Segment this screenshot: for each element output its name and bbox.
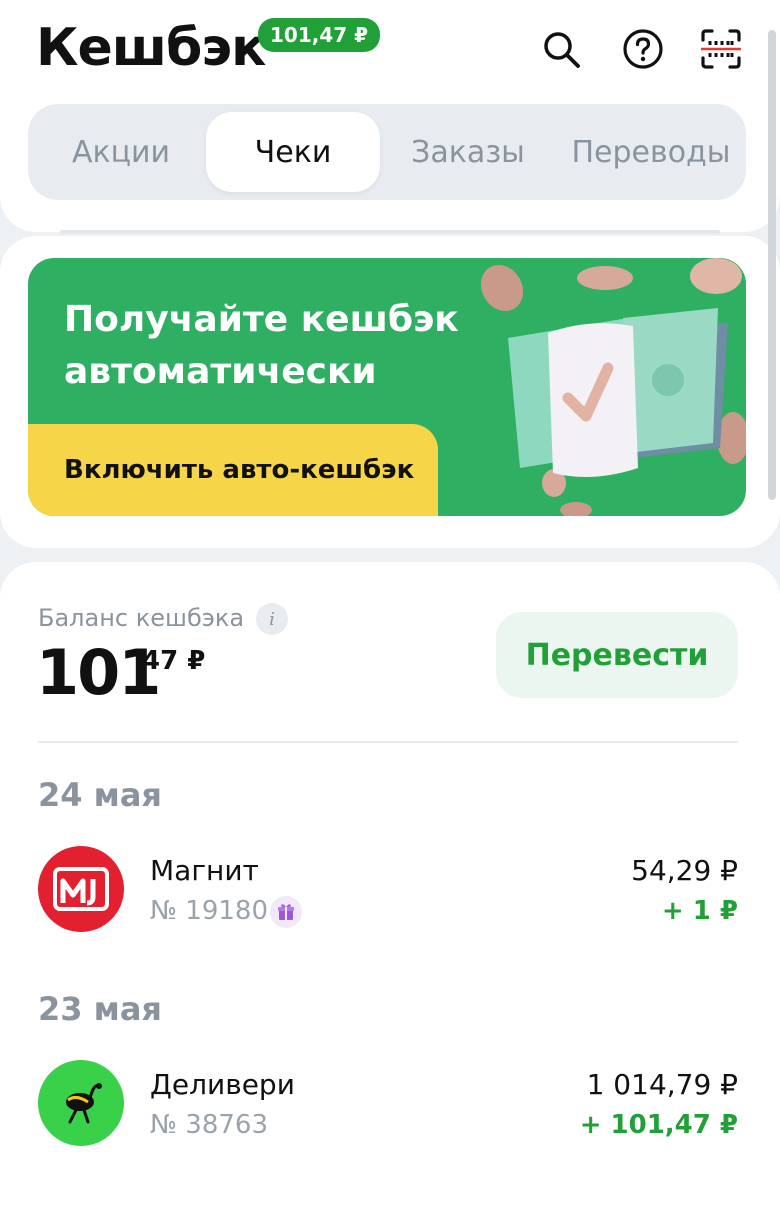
search-icon[interactable] <box>540 28 582 70</box>
page-title: Кешбэк <box>36 18 266 78</box>
delivery-logo[interactable] <box>38 1060 124 1146</box>
scan-receipt-icon[interactable] <box>700 28 742 70</box>
date-header: 24 мая <box>38 776 162 814</box>
store-name[interactable]: Магнит <box>150 854 259 887</box>
receipt-amount: 54,29 ₽ <box>631 854 738 887</box>
receipt-number: № 38763 <box>150 1110 269 1140</box>
balance-label: Баланс кешбэка <box>38 604 245 632</box>
auto-cashback-banner[interactable]: Получайте кешбэк автоматически Включить … <box>28 258 746 516</box>
store-name[interactable]: Деливери <box>150 1068 295 1101</box>
scrollbar[interactable] <box>768 30 776 500</box>
balance-integer: 101 <box>36 636 161 709</box>
enable-auto-cashback-button[interactable]: Включить авто-кешбэк <box>28 424 438 516</box>
divider <box>60 230 720 234</box>
tab-promotions[interactable]: Акции <box>36 112 206 192</box>
money-stack-illustration <box>480 258 746 516</box>
gift-icon <box>270 896 302 928</box>
date-header: 23 мая <box>38 990 162 1028</box>
magnit-logo[interactable] <box>38 846 124 932</box>
cashback-amount: + 101,47 ₽ <box>579 1110 738 1140</box>
receipt-number: № 19180 <box>150 896 269 926</box>
tab-orders[interactable]: Заказы <box>388 112 548 192</box>
receipt-amount: 1 014,79 ₽ <box>586 1068 738 1101</box>
tab-bar: Акции Чеки Заказы Переводы <box>28 104 746 200</box>
help-icon[interactable] <box>622 28 664 70</box>
transfer-button[interactable]: Перевести <box>496 612 738 698</box>
tab-receipts[interactable]: Чеки <box>206 112 380 192</box>
info-icon[interactable]: i <box>256 603 288 635</box>
promo-title: Получайте кешбэк автоматически <box>64 299 459 392</box>
tab-transfers[interactable]: Переводы <box>558 112 744 192</box>
cashback-amount: + 1 ₽ <box>661 896 738 926</box>
balance-badge[interactable]: 101,47 ₽ <box>258 18 381 52</box>
balance-fraction: 47 ₽ <box>142 646 206 676</box>
divider <box>38 741 738 743</box>
